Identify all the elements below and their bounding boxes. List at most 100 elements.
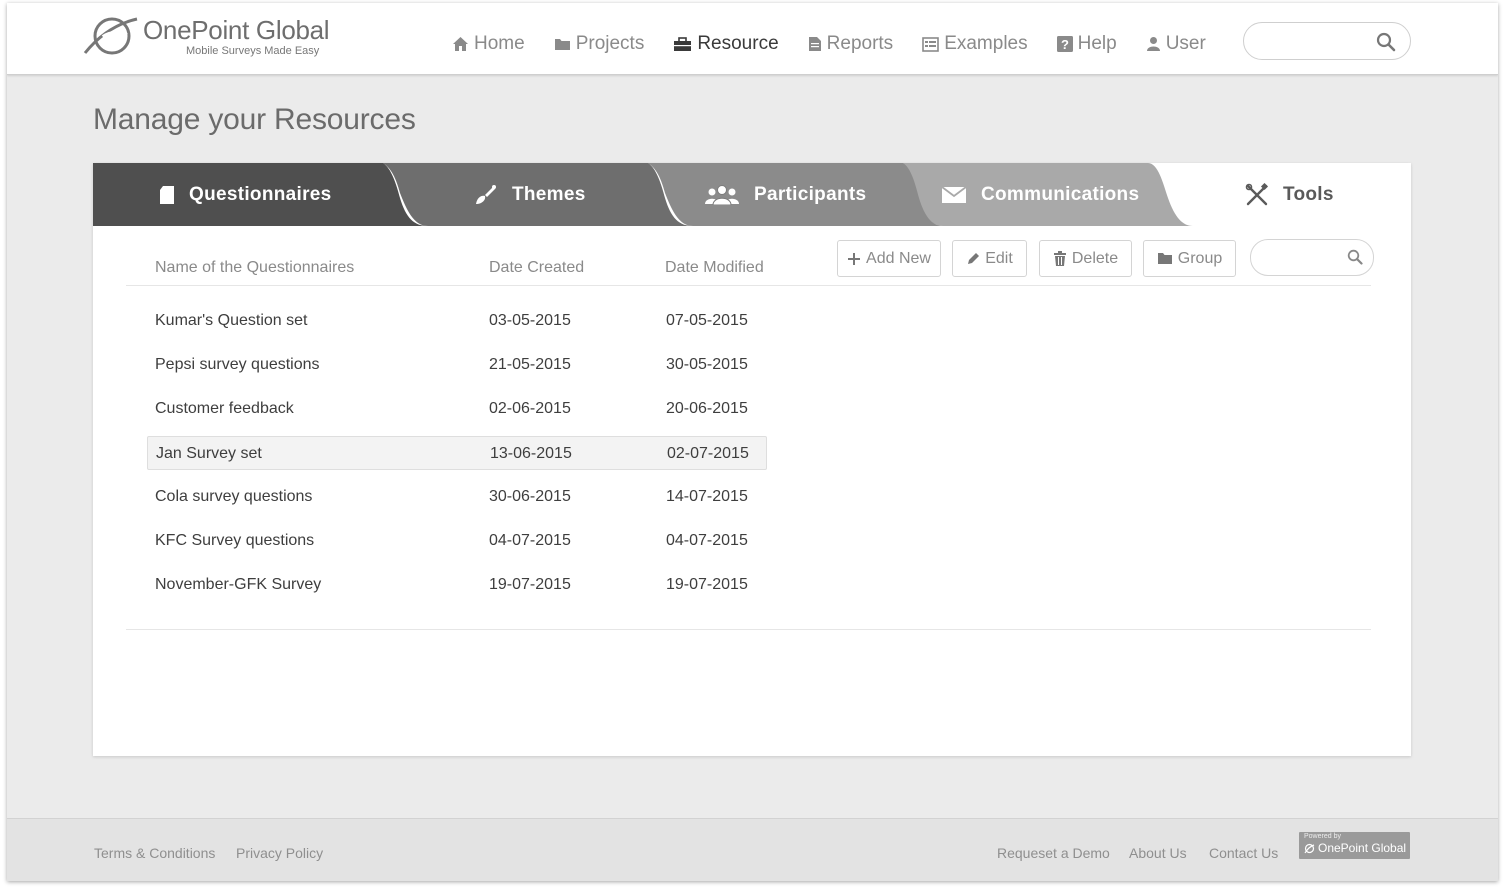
brand-name: OnePoint Global xyxy=(143,15,330,45)
table-row[interactable]: November-GFK Survey 19-07-2015 19-07-201… xyxy=(147,568,767,602)
table-row[interactable]: Kumar's Question set 03-05-2015 07-05-20… xyxy=(147,304,767,338)
cell-created: 30-06-2015 xyxy=(489,488,571,505)
user-icon xyxy=(1146,36,1161,52)
cell-modified: 20-06-2015 xyxy=(666,400,748,417)
tab-participants[interactable]: Participants xyxy=(704,163,866,226)
table-row-selected[interactable]: Jan Survey set 13-06-2015 02-07-2015 xyxy=(147,436,767,470)
footer-terms-link[interactable]: Terms & Conditions xyxy=(94,845,215,861)
column-header-modified[interactable]: Date Modified xyxy=(665,259,764,277)
edit-label: Edit xyxy=(985,249,1013,267)
brand-tagline: Mobile Surveys Made Easy xyxy=(186,45,320,57)
cell-name: Pepsi survey questions xyxy=(155,356,320,373)
powered-by-name: OnePoint Global xyxy=(1318,841,1407,855)
column-header-name[interactable]: Name of the Questionnaires xyxy=(155,259,354,277)
nav-projects-label: Projects xyxy=(575,33,645,54)
plus-icon xyxy=(847,252,861,266)
cell-modified: 07-05-2015 xyxy=(666,312,748,329)
tab-themes[interactable]: Themes xyxy=(474,163,586,226)
add-new-button[interactable]: Add New xyxy=(837,240,941,277)
header-search-input[interactable] xyxy=(1243,22,1411,60)
search-icon[interactable] xyxy=(1376,32,1396,57)
brush-icon xyxy=(474,184,498,206)
nav-projects[interactable]: Projects xyxy=(554,33,645,55)
svg-text:?: ? xyxy=(1061,37,1069,52)
cell-name: Customer feedback xyxy=(155,400,294,417)
footer-contact-link[interactable]: Contact Us xyxy=(1209,845,1278,861)
tab-participants-label: Participants xyxy=(754,183,867,205)
tab-tools[interactable]: Tools xyxy=(1245,163,1334,226)
delete-label: Delete xyxy=(1071,249,1119,267)
list-icon xyxy=(922,36,939,52)
top-header: OnePoint Global Mobile Surveys Made Easy… xyxy=(7,3,1498,75)
document-icon xyxy=(159,185,175,205)
pencil-icon xyxy=(966,252,980,266)
search-icon[interactable] xyxy=(1347,249,1363,270)
resource-tabs: Questionnaires Themes Participants Commu… xyxy=(93,163,1411,226)
nav-examples-label: Examples xyxy=(944,33,1028,54)
table-row[interactable]: Customer feedback 02-06-2015 20-06-2015 xyxy=(147,392,767,426)
delete-button[interactable]: Delete xyxy=(1039,240,1132,277)
users-icon xyxy=(704,184,740,205)
folder-icon xyxy=(554,37,571,51)
nav-help[interactable]: ? Help xyxy=(1056,33,1117,55)
table-bottom-divider xyxy=(126,629,1371,630)
table-row[interactable]: KFC Survey questions 04-07-2015 04-07-20… xyxy=(147,524,767,558)
page-title: Manage your Resources xyxy=(93,103,416,136)
tab-themes-label: Themes xyxy=(512,183,586,205)
app-window: OnePoint Global Mobile Surveys Made Easy… xyxy=(7,3,1498,881)
nav-home[interactable]: Home xyxy=(452,33,525,55)
powered-by-label: Powered by xyxy=(1304,833,1341,840)
cell-created: 21-05-2015 xyxy=(489,356,571,373)
powered-by-badge[interactable]: Powered by OnePoint Global xyxy=(1299,832,1410,859)
cell-modified: 02-07-2015 xyxy=(667,445,749,462)
main-nav: Home Projects Resource Reports Examples … xyxy=(452,33,1235,55)
footer-privacy-link[interactable]: Privacy Policy xyxy=(236,845,323,861)
column-header-created[interactable]: Date Created xyxy=(489,259,584,277)
cell-name: November-GFK Survey xyxy=(155,576,322,593)
tab-communications[interactable]: Communications xyxy=(941,163,1139,226)
nav-home-label: Home xyxy=(474,33,525,54)
nav-reports[interactable]: Reports xyxy=(808,33,894,55)
nav-resource-label: Resource xyxy=(697,33,779,54)
cell-name: Cola survey questions xyxy=(155,488,313,505)
add-new-label: Add New xyxy=(866,249,931,267)
nav-resource[interactable]: Resource xyxy=(673,33,779,55)
cell-name: Jan Survey set xyxy=(156,445,262,462)
powered-by-brand: OnePoint Global xyxy=(1304,841,1406,855)
cell-modified: 04-07-2015 xyxy=(666,532,748,549)
logo-swirl-icon xyxy=(83,17,138,55)
trash-icon xyxy=(1053,250,1067,267)
nav-user[interactable]: User xyxy=(1146,33,1206,55)
table-search-input[interactable] xyxy=(1250,239,1374,276)
nav-examples[interactable]: Examples xyxy=(922,33,1028,55)
cell-created: 02-06-2015 xyxy=(489,400,571,417)
resource-panel: Questionnaires Themes Participants Commu… xyxy=(93,163,1411,756)
cell-modified: 14-07-2015 xyxy=(666,488,748,505)
tab-questionnaires-label: Questionnaires xyxy=(189,183,332,205)
table-row[interactable]: Pepsi survey questions 21-05-2015 30-05-… xyxy=(147,348,767,382)
cell-created: 13-06-2015 xyxy=(490,445,572,462)
tools-icon xyxy=(1245,182,1269,207)
table-row[interactable]: Cola survey questions 30-06-2015 14-07-2… xyxy=(147,480,767,514)
footer-about-link[interactable]: About Us xyxy=(1129,845,1187,861)
cell-created: 19-07-2015 xyxy=(489,576,571,593)
group-button[interactable]: Group xyxy=(1143,240,1236,277)
page-footer: Terms & Conditions Privacy Policy Reques… xyxy=(7,818,1498,881)
tab-questionnaires[interactable]: Questionnaires xyxy=(159,163,332,226)
folder-icon xyxy=(1157,252,1173,265)
tab-communications-label: Communications xyxy=(981,183,1140,205)
envelope-icon xyxy=(941,185,967,204)
footer-demo-link[interactable]: Requeset a Demo xyxy=(997,845,1110,861)
cell-name: KFC Survey questions xyxy=(155,532,315,549)
header-divider xyxy=(126,285,1371,286)
logo-swirl-icon xyxy=(1304,843,1315,853)
nav-reports-label: Reports xyxy=(826,33,894,54)
cell-name: Kumar's Question set xyxy=(155,312,308,329)
document-icon xyxy=(808,36,822,52)
brand-logo[interactable]: OnePoint Global Mobile Surveys Made Easy xyxy=(83,13,333,63)
cell-modified: 19-07-2015 xyxy=(666,576,748,593)
nav-user-label: User xyxy=(1165,33,1206,54)
briefcase-icon xyxy=(673,36,692,52)
edit-button[interactable]: Edit xyxy=(952,240,1027,277)
nav-help-label: Help xyxy=(1077,33,1117,54)
